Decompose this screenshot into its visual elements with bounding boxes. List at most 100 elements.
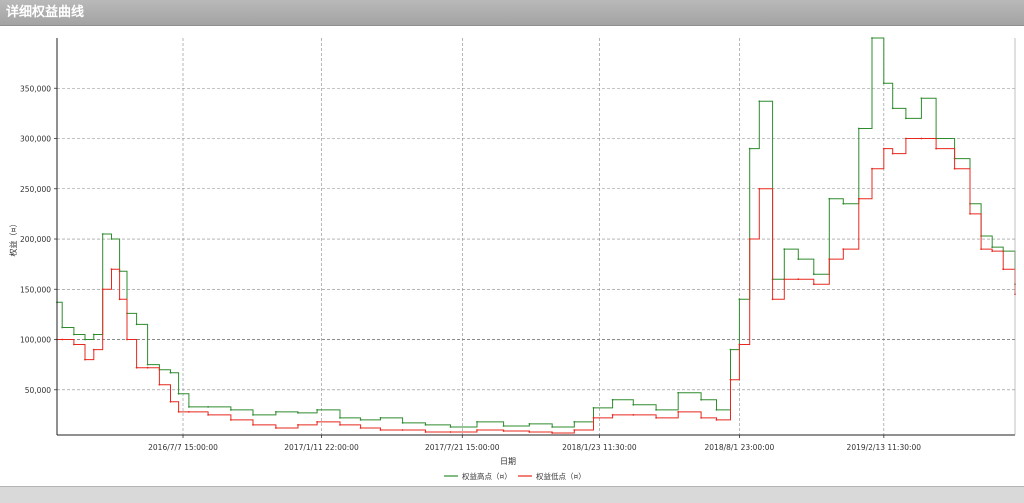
data-point-low <box>92 348 95 351</box>
data-point-low <box>677 411 680 413</box>
data-point-high <box>891 107 894 110</box>
data-point-high <box>502 425 505 427</box>
data-point-low <box>797 278 800 281</box>
data-point-low <box>969 213 971 215</box>
series-line-high <box>57 37 1016 428</box>
data-point-low <box>73 343 75 346</box>
data-point-high <box>783 248 786 251</box>
data-point-low <box>748 238 751 240</box>
series-line-low <box>57 138 1016 434</box>
y-axis-label: 权益（¤） <box>8 219 18 256</box>
y-tick-label: 300,000 <box>20 135 51 144</box>
data-point-high <box>871 37 873 39</box>
data-point-low <box>758 187 761 190</box>
data-point-high <box>73 333 75 336</box>
data-point-high <box>738 298 741 301</box>
data-point-low <box>118 298 121 301</box>
data-point-high <box>449 426 452 428</box>
window-titlebar: 详细权益曲线 <box>0 0 1024 26</box>
y-tick-label: 50,000 <box>25 386 51 395</box>
x-tick-label: 2019/2/13 11:30:00 <box>847 443 922 452</box>
data-point-low <box>476 429 478 431</box>
legend-label-low: 权益低点（¤） <box>536 471 586 481</box>
data-point-low <box>158 383 161 386</box>
data-point-low <box>738 343 741 346</box>
data-point-high <box>297 412 299 414</box>
data-point-high <box>797 258 800 260</box>
data-point-high <box>991 246 994 249</box>
data-point-low <box>771 298 774 301</box>
data-point-low <box>359 427 362 429</box>
data-point-high <box>920 97 923 100</box>
data-point-low <box>812 283 815 286</box>
window-title: 详细权益曲线 <box>6 5 85 20</box>
data-point-high <box>359 419 362 421</box>
grid-layer <box>57 38 1015 435</box>
x-tick-label: 2018/8/1 23:00:00 <box>705 443 775 452</box>
data-point-low <box>502 430 505 432</box>
data-point-low <box>379 429 382 431</box>
data-point-low <box>715 419 718 421</box>
y-tick-label: 150,000 <box>20 285 51 294</box>
data-point-high <box>812 273 815 276</box>
data-point-low <box>339 424 341 426</box>
data-point-high <box>379 417 382 419</box>
data-point-low <box>871 167 873 170</box>
data-point-low <box>991 250 994 253</box>
data-point-low <box>729 378 732 381</box>
data-point-low <box>632 414 635 416</box>
x-tick-label: 2017/7/21 15:00:00 <box>425 443 500 452</box>
x-tick-label: 2016/7/7 15:00:00 <box>148 443 218 452</box>
y-tick-label: 100,000 <box>20 336 51 345</box>
data-point-low <box>146 366 149 369</box>
data-point-low <box>828 258 831 260</box>
data-point-low <box>61 338 64 341</box>
data-point-high <box>101 233 104 235</box>
data-point-low <box>573 429 576 431</box>
data-point-low <box>882 147 885 150</box>
data-point-high <box>551 426 554 428</box>
data-point-low <box>401 429 404 431</box>
data-point-high <box>401 422 404 424</box>
data-point-high <box>729 348 732 351</box>
data-point-high <box>573 421 576 423</box>
data-point-low <box>449 431 452 433</box>
data-point-low <box>953 167 956 170</box>
data-point-low <box>169 400 172 403</box>
data-point-low <box>783 278 786 281</box>
data-point-high <box>188 406 190 408</box>
data-point-high <box>252 414 254 416</box>
x-tick-label: 2018/1/23 11:30:00 <box>562 443 637 452</box>
data-point-high <box>758 100 761 103</box>
data-point-high <box>316 409 318 411</box>
data-point-low <box>275 427 277 429</box>
data-point-high <box>476 421 478 423</box>
data-point-high <box>84 338 86 341</box>
data-point-high <box>655 409 657 411</box>
data-point-high <box>882 82 885 85</box>
data-point-high <box>339 417 341 419</box>
data-point-low <box>592 417 595 419</box>
data-point-high <box>424 424 427 426</box>
x-axis-label: 日期 <box>500 457 516 466</box>
data-point-low <box>110 268 113 271</box>
data-point-low <box>177 411 180 413</box>
data-point-high <box>592 407 595 409</box>
data-point-high <box>700 398 702 401</box>
data-point-high <box>828 197 831 200</box>
data-point-low <box>135 366 138 369</box>
x-tick-label: 2017/1/11 22:00:00 <box>284 443 359 452</box>
data-point-low <box>188 411 190 413</box>
data-point-high <box>169 371 172 374</box>
data-point-high <box>275 411 277 413</box>
data-point-low <box>920 137 923 140</box>
series-layer <box>56 37 1016 434</box>
data-point-high <box>632 403 635 406</box>
equity-chart-area: 50,000 100,000 150,000 200,000 250,000 300,00… <box>0 26 1024 486</box>
data-point-low <box>207 414 210 416</box>
data-point-high <box>905 117 907 120</box>
data-point-high <box>715 409 718 411</box>
status-bar <box>0 486 1024 503</box>
data-point-high <box>677 391 680 394</box>
data-point-low <box>252 424 254 426</box>
